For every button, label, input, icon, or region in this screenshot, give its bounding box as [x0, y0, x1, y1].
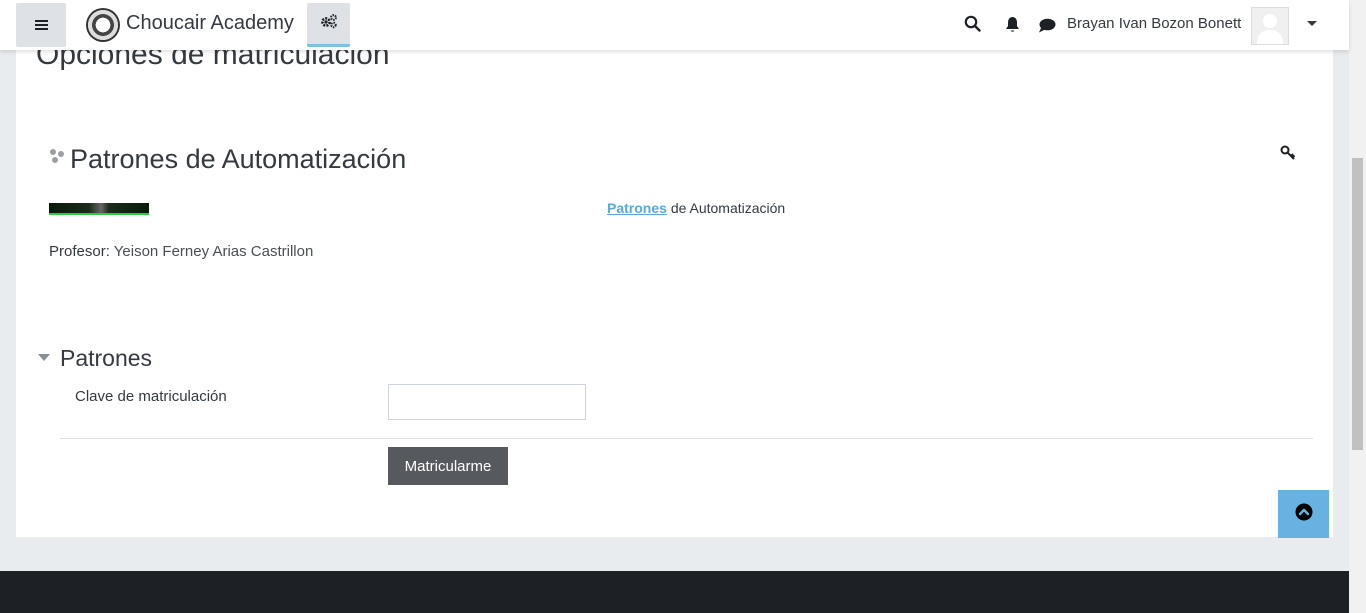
gears-icon [320, 13, 338, 34]
course-summary-link[interactable]: Patrones [607, 200, 667, 216]
teacher-name: Yeison Ferney Arias Castrillon [113, 243, 314, 260]
arrow-up-icon [1295, 503, 1313, 526]
section-collapse-icon[interactable] [38, 354, 50, 361]
main-region [16, 0, 1333, 537]
course-summary: Patrones de Automatización [607, 200, 785, 216]
course-image [49, 203, 149, 215]
back-to-top-button[interactable] [1278, 490, 1329, 538]
enrol-key-input[interactable] [388, 384, 586, 420]
search-icon[interactable] [964, 15, 981, 37]
hamburger-icon [34, 24, 48, 26]
drawer-toggle-button[interactable] [16, 3, 66, 47]
course-summary-text: de Automatización [670, 200, 786, 216]
form-divider [60, 438, 1313, 439]
course-icon [49, 148, 65, 169]
teacher-label: Profesor: [49, 243, 110, 260]
course-teacher: Profesor: Yeison Ferney Arias Castrillon [49, 243, 313, 260]
admin-settings-button[interactable] [307, 3, 350, 47]
page-footer [0, 571, 1349, 613]
top-navbar: Choucair Academy Brayan Ivan Bozon Bonet… [0, 0, 1349, 50]
key-icon [1280, 145, 1296, 166]
scrollbar-thumb[interactable] [1352, 158, 1363, 450]
course-title: Patrones de Automatización [70, 144, 407, 174]
site-name[interactable]: Choucair Academy [126, 12, 294, 35]
enrol-section-title[interactable]: Patrones [60, 345, 152, 372]
enrol-submit-button[interactable]: Matricularme [388, 447, 508, 485]
avatar[interactable] [1251, 7, 1289, 45]
chat-icon[interactable] [1038, 18, 1056, 38]
caret-down-icon[interactable] [1307, 21, 1317, 26]
bell-icon[interactable] [1005, 16, 1020, 38]
enrol-key-label: Clave de matriculación [75, 388, 227, 405]
user-name[interactable]: Brayan Ivan Bozon Bonett [1067, 15, 1241, 32]
site-logo[interactable] [86, 8, 120, 42]
